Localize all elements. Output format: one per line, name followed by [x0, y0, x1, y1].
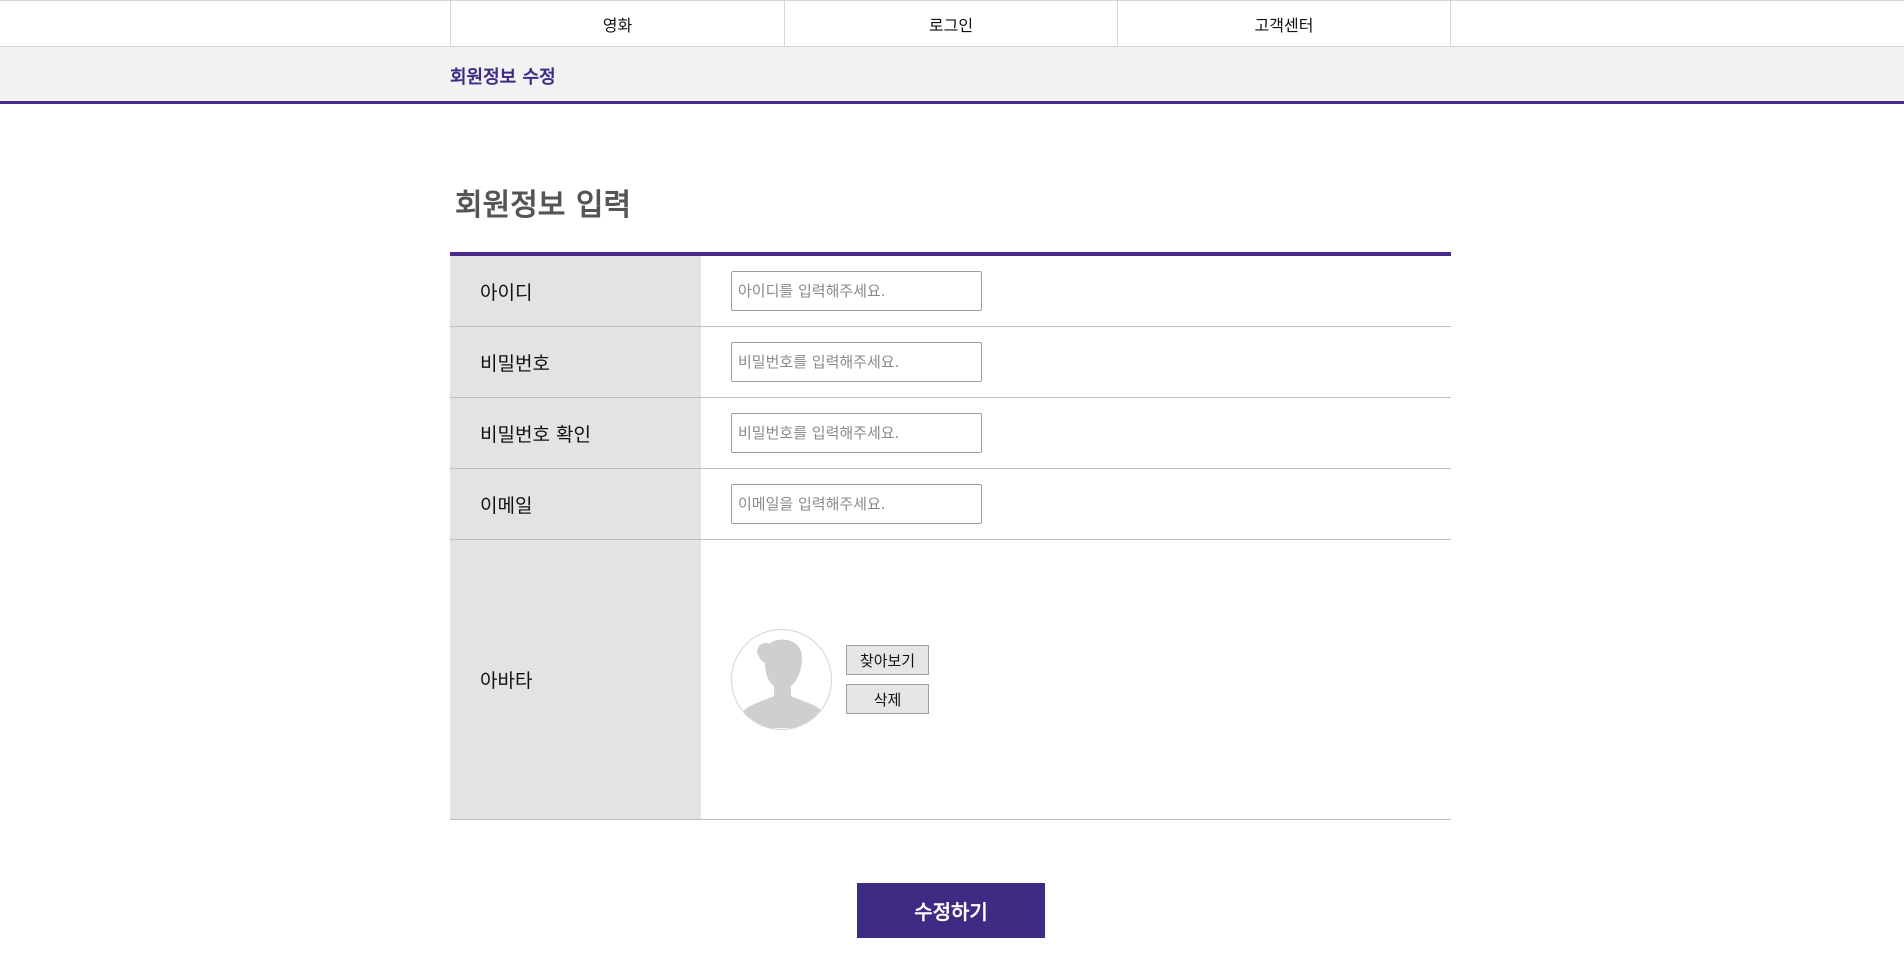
delete-button[interactable]: 삭제 [846, 684, 929, 714]
nav-item-movies[interactable]: 영화 [451, 1, 785, 47]
field-cell-avatar: 찾아보기 삭제 [701, 540, 1451, 819]
form-row-email: 이메일 [450, 469, 1451, 540]
page-subheader: 회원정보 수정 [0, 47, 1904, 104]
field-cell-password-confirm [701, 398, 1451, 468]
submit-button[interactable]: 수정하기 [857, 883, 1045, 938]
field-cell-email [701, 469, 1451, 539]
form-row-avatar: 아바타 찾아보기 삭제 [450, 540, 1451, 820]
top-nav-menu: 영화 로그인 고객센터 [450, 1, 1451, 47]
field-label-password-confirm: 비밀번호 확인 [450, 398, 701, 468]
field-label-email: 이메일 [450, 469, 701, 539]
field-label-password: 비밀번호 [450, 327, 701, 397]
section-title: 회원정보 입력 [455, 188, 632, 223]
nav-item-customer-center[interactable]: 고객센터 [1118, 1, 1451, 47]
email-input[interactable] [731, 484, 982, 524]
field-label-avatar: 아바타 [450, 540, 701, 819]
id-input[interactable] [731, 271, 982, 311]
password-input[interactable] [731, 342, 982, 382]
avatar-group: 찾아보기 삭제 [731, 629, 929, 730]
password-confirm-input[interactable] [731, 413, 982, 453]
user-silhouette-icon [737, 639, 828, 728]
field-cell-id [701, 256, 1451, 326]
form-row-password-confirm: 비밀번호 확인 [450, 398, 1451, 469]
nav-item-login[interactable]: 로그인 [785, 1, 1118, 47]
avatar [731, 629, 832, 730]
avatar-buttons: 찾아보기 삭제 [846, 645, 929, 714]
top-navigation: 영화 로그인 고객센터 [0, 0, 1904, 47]
member-info-form: 아이디 비밀번호 비밀번호 확인 이메일 아바타 [450, 252, 1451, 820]
field-label-id: 아이디 [450, 256, 701, 326]
page-title: 회원정보 수정 [450, 67, 556, 88]
browse-button[interactable]: 찾아보기 [846, 645, 929, 675]
field-cell-password [701, 327, 1451, 397]
form-row-password: 비밀번호 [450, 327, 1451, 398]
form-row-id: 아이디 [450, 256, 1451, 327]
